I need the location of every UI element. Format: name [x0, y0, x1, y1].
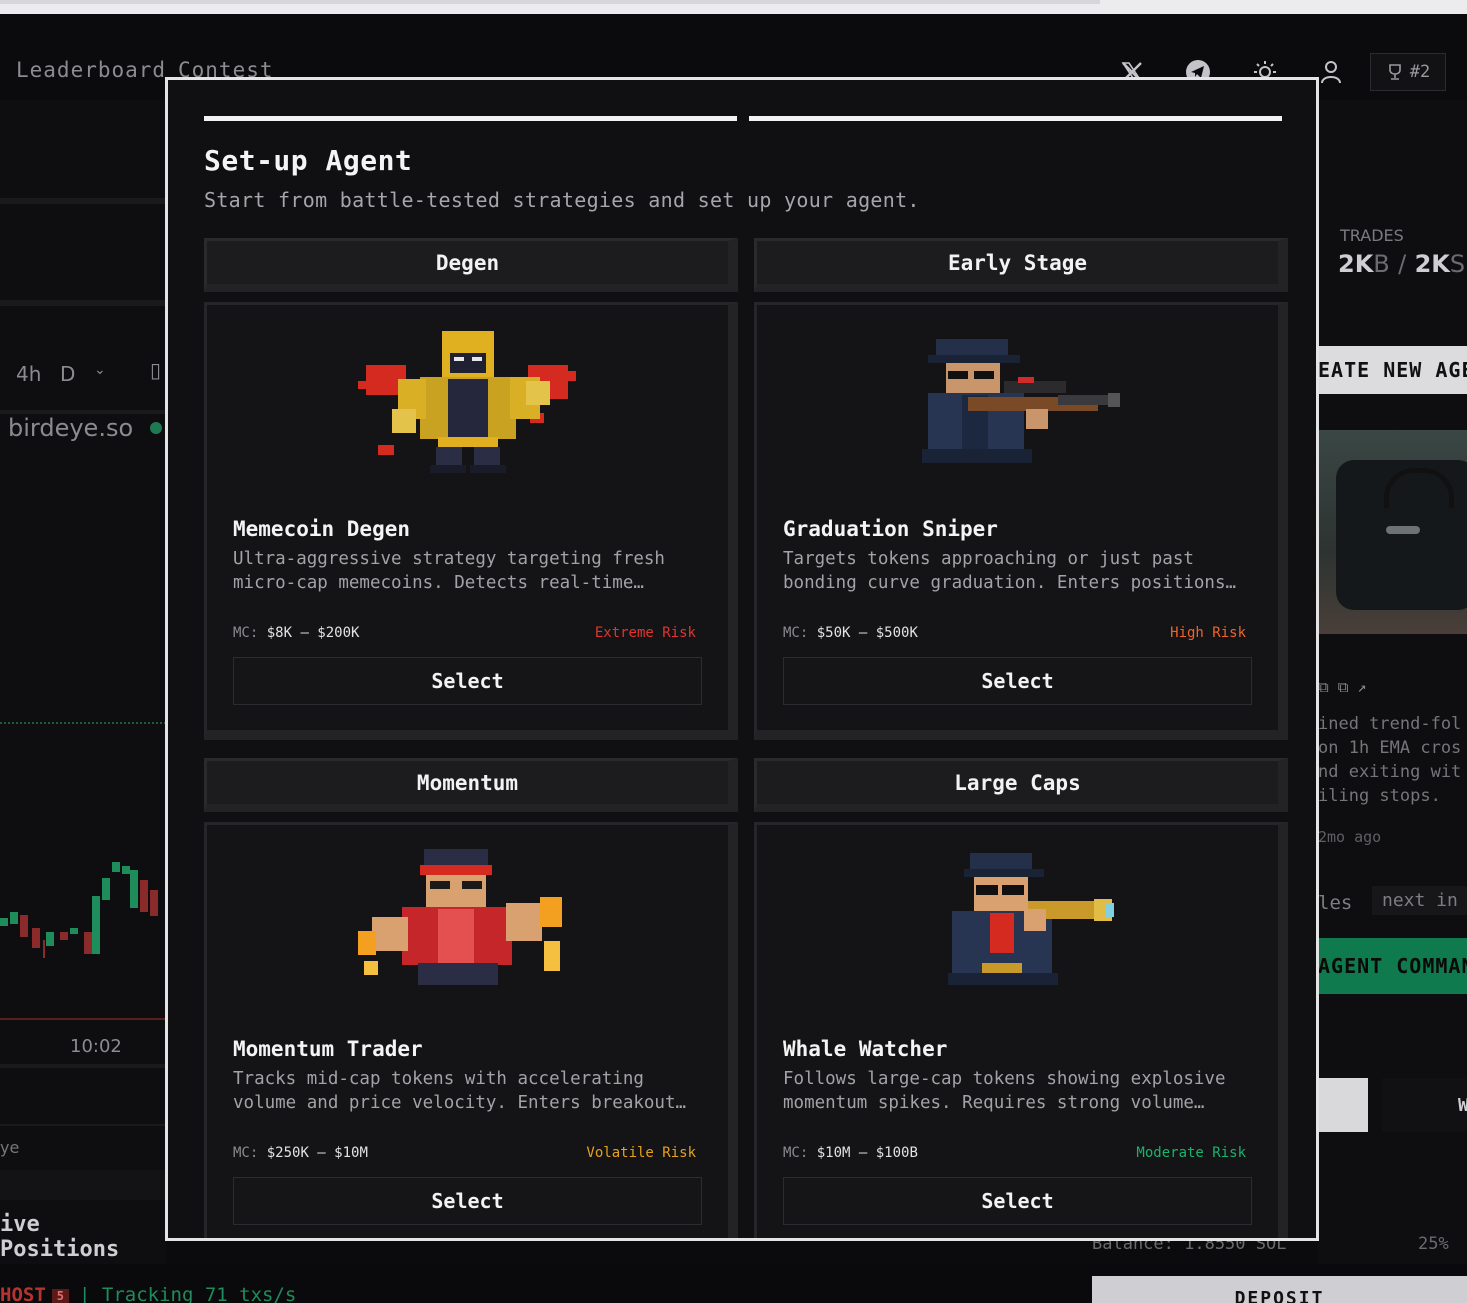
price-line [0, 722, 166, 724]
strategy-card: Momentum Trader Tracks mid-cap tokens wi… [204, 822, 738, 1238]
live-dot [150, 422, 162, 434]
step-1-bar [204, 116, 737, 121]
create-new-agent-button[interactable]: EATE NEW AGE [1318, 346, 1467, 394]
category-header: Momentum [204, 758, 738, 812]
percent-label[interactable]: 25% [1418, 1234, 1449, 1254]
step-2-bar [749, 116, 1282, 121]
setup-agent-modal: Set-up Agent Start from battle-tested st… [165, 77, 1319, 1241]
candle-type-icon[interactable]: ▯ [150, 358, 161, 382]
trophy-icon [1388, 64, 1401, 80]
strategy-description: Tracks mid-cap tokens with accelerating … [233, 1069, 687, 1113]
trades-value: 2KB / 2KS [1338, 250, 1466, 278]
positions-title[interactable]: ive Positions [0, 1212, 166, 1262]
step-progress [204, 116, 1282, 121]
select-large-caps-button[interactable]: Select [783, 1177, 1252, 1225]
select-degen-button[interactable]: Select [233, 657, 702, 705]
strategy-card: Memecoin Degen Ultra-aggressive strategy… [204, 302, 738, 740]
degen-fighter-icon [207, 325, 728, 475]
strategy-name: Whale Watcher [783, 1037, 948, 1061]
select-momentum-button[interactable]: Select [233, 1177, 702, 1225]
timeframe-d[interactable]: D [60, 362, 75, 386]
search-fragment: ye [0, 1138, 20, 1157]
time-axis-label: 10:02 [70, 1036, 122, 1057]
nav-leaderboard[interactable]: Leaderboard [16, 58, 166, 82]
whale-watcher-icon [757, 845, 1278, 995]
strategy-card: Whale Watcher Follows large-cap tokens s… [754, 822, 1288, 1238]
risk-level: Extreme Risk [594, 625, 696, 641]
rank-badge[interactable]: #2 [1370, 53, 1446, 91]
agent-command-button[interactable]: AGENT COMMAN [1318, 938, 1467, 994]
strategy-description: Ultra-aggressive strategy targeting fres… [233, 549, 665, 593]
chart-panel: 4h D ⌄ ▯ birdeye.so 10:02 ye ive Positio… [0, 100, 166, 1303]
modal-subtitle: Start from battle-tested strategies and … [204, 188, 920, 212]
momentum-fighter-icon [207, 845, 728, 995]
chart-source: birdeye.so [8, 414, 134, 442]
market-cap-range: MC: $10M – $100B [783, 1145, 918, 1161]
agent-image [1318, 430, 1467, 634]
rank-value: #2 [1409, 62, 1431, 82]
market-cap-range: MC: $8K – $200K [233, 625, 360, 641]
agent-side-panel: TRADES 2KB / 2KS EATE NEW AGE ⧉ ⧉ ↗ ined… [1318, 100, 1467, 1303]
strategy-name: Momentum Trader [233, 1037, 423, 1061]
timeframe-4h[interactable]: 4h [16, 362, 41, 386]
trades-label: TRADES [1340, 226, 1404, 245]
strategy-name: Graduation Sniper [783, 517, 998, 541]
strategy-description: Targets tokens approaching or just past … [783, 549, 1237, 593]
w-button[interactable]: W [1382, 1078, 1467, 1132]
strategy-card: Graduation Sniper Targets tokens approac… [754, 302, 1288, 740]
market-cap-range: MC: $250K – $10M [233, 1145, 368, 1161]
modal-title: Set-up Agent [204, 144, 413, 177]
agent-description: ined trend-fol on 1h EMA cros nd exiting… [1318, 714, 1462, 806]
chevron-down-icon[interactable]: ⌄ [94, 362, 106, 378]
deposit-button[interactable]: DEPOSIT [1092, 1276, 1467, 1303]
market-cap-range: MC: $50K – $500K [783, 625, 918, 641]
risk-level: Moderate Risk [1136, 1145, 1246, 1161]
rules-label: les [1318, 892, 1353, 914]
strategy-name: Memecoin Degen [233, 517, 411, 541]
ghost-status: HOST 5 | Tracking 71 txs/s [0, 1284, 297, 1303]
category-header: Early Stage [754, 238, 1288, 292]
copy-icon[interactable]: ⧉ ⧉ ↗ [1318, 678, 1367, 696]
risk-level: Volatile Risk [586, 1145, 696, 1161]
next-run-badge: next in [1372, 886, 1467, 915]
input-box[interactable] [1318, 1078, 1368, 1132]
sniper-icon [757, 325, 1278, 475]
candles [0, 862, 166, 1020]
category-header: Large Caps [754, 758, 1288, 812]
browser-top-strip [0, 0, 1467, 14]
risk-level: High Risk [1170, 625, 1246, 641]
agent-timestamp: 2mo ago [1318, 828, 1382, 846]
select-early-stage-button[interactable]: Select [783, 657, 1252, 705]
strategy-description: Follows large-cap tokens showing explosi… [783, 1069, 1226, 1113]
category-header: Degen [204, 238, 738, 292]
